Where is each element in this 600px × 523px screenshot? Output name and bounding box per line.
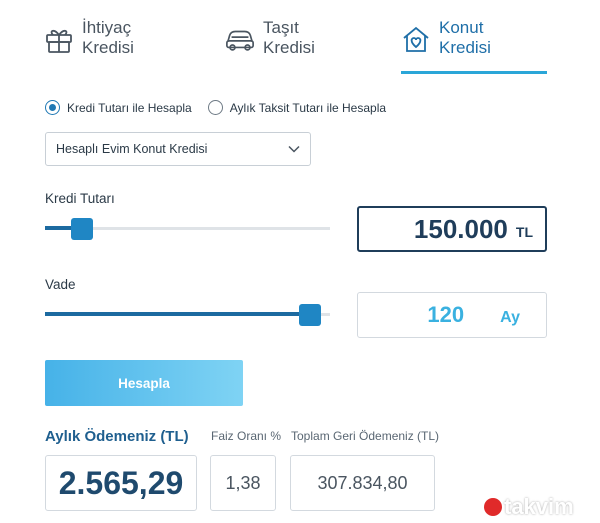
- radio-kredi-tutari[interactable]: Kredi Tutarı ile Hesapla: [45, 100, 192, 115]
- tab-konut-kredisi[interactable]: Konut Kredisi: [401, 18, 547, 70]
- faiz-orani-value: 1,38: [225, 472, 261, 493]
- tab-tasit-line1: Taşıt: [263, 18, 299, 37]
- vade-unit: Ay: [500, 309, 520, 326]
- aylik-odeme-label: Aylık Ödemeniz (TL): [45, 428, 189, 445]
- tab-tasit-line2: Kredisi: [263, 38, 315, 57]
- tab-tasit-kredisi[interactable]: Taşıt Kredisi: [225, 18, 315, 70]
- toplam-geri-odeme-value: 307.834,80: [317, 472, 408, 493]
- takvim-logo-icon: [484, 498, 502, 516]
- kredi-tutari-label: Kredi Tutarı: [45, 191, 115, 206]
- aylik-odeme-value: 2.565,29: [58, 464, 184, 501]
- hesapla-button[interactable]: Hesapla: [45, 360, 243, 406]
- tab-ihtiyac-kredisi[interactable]: İhtiyaç Kredisi: [44, 18, 134, 70]
- toplam-geri-odeme-box: 307.834,80: [290, 455, 435, 511]
- chevron-down-icon: [288, 145, 300, 153]
- kredi-tutari-unit: TL: [515, 224, 533, 240]
- radio-unchecked-icon[interactable]: [207, 100, 223, 115]
- radio-checked-icon[interactable]: [45, 100, 60, 115]
- aylik-odeme-box: 2.565,29: [45, 455, 197, 511]
- tab-konut-line1: Konut: [439, 18, 484, 37]
- credit-product-select[interactable]: Hesaplı Evim Konut Kredisi: [45, 132, 311, 166]
- faiz-orani-box: 1,38: [210, 455, 276, 511]
- watermark-text: takvim: [504, 494, 574, 519]
- slider-thumb[interactable]: [71, 218, 94, 240]
- slider-fill: [45, 312, 310, 316]
- vade-slider[interactable]: [45, 302, 330, 326]
- faiz-orani-label: Faiz Oranı %: [211, 429, 282, 443]
- kredi-tutari-value: 150.000: [413, 213, 508, 244]
- tab-ihtiyac-line1: İhtiyaç: [82, 18, 132, 37]
- radio-aylik-taksit[interactable]: Aylık Taksit Tutarı ile Hesapla: [207, 100, 387, 115]
- calculation-mode: Kredi Tutarı ile Hesapla Aylık Taksit Tu…: [45, 100, 386, 115]
- vade-value: 120: [427, 302, 465, 327]
- tab-konut-line2: Kredisi: [439, 38, 491, 57]
- tab-ihtiyac-line2: Kredisi: [82, 38, 134, 57]
- credit-product-value: Hesaplı Evim Konut Kredisi: [56, 142, 208, 156]
- loan-type-tabs: İhtiyaç Kredisi Taşıt Kredisi Konut Kred…: [0, 0, 600, 80]
- house-heart-icon: [403, 26, 429, 52]
- car-icon: [226, 30, 254, 51]
- radio-aylik-taksit-label: Aylık Taksit Tutarı ile Hesapla: [229, 100, 387, 115]
- toplam-geri-odeme-label: Toplam Geri Ödemeniz (TL): [291, 429, 440, 443]
- vade-input[interactable]: 120 Ay: [357, 292, 547, 338]
- active-tab-underline: [401, 71, 547, 74]
- gift-icon: [46, 29, 72, 53]
- takvim-watermark: takvim: [484, 494, 574, 520]
- kredi-tutari-input[interactable]: 150.000 TL: [357, 206, 547, 252]
- vade-label: Vade: [45, 277, 76, 292]
- kredi-tutari-slider[interactable]: [45, 216, 330, 240]
- radio-kredi-tutari-label: Kredi Tutarı ile Hesapla: [67, 100, 192, 115]
- slider-thumb[interactable]: [299, 304, 321, 326]
